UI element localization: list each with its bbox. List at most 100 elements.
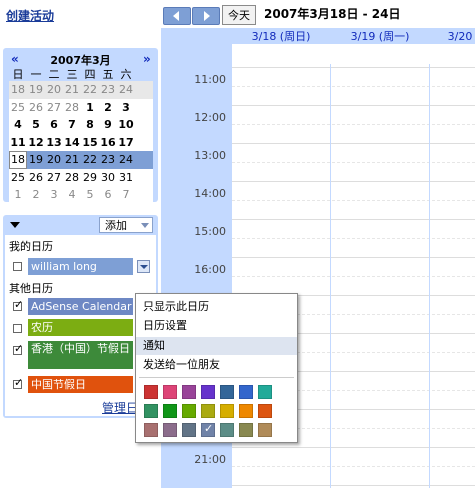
mini-day-cell[interactable]: 28 (63, 99, 81, 117)
color-swatch[interactable] (144, 404, 158, 418)
mini-day-cell[interactable]: 8 (81, 116, 99, 134)
color-swatch[interactable] (258, 385, 272, 399)
week-row[interactable]: 25 26 27 28 1 2 3 (9, 99, 153, 117)
mini-day-cell[interactable]: 4 (63, 186, 81, 204)
calendar-checkbox-william-long[interactable] (13, 262, 22, 271)
mini-day-cell[interactable]: 6 (45, 116, 63, 134)
week-row[interactable]: 11 12 13 14 15 16 17 (9, 134, 153, 152)
color-swatch[interactable] (239, 404, 253, 418)
week-row[interactable]: 18 19 20 21 22 23 24 (9, 81, 153, 99)
mini-day-cell[interactable]: 19 (27, 81, 45, 99)
color-swatch[interactable] (182, 423, 196, 437)
color-swatch[interactable] (182, 404, 196, 418)
mini-day-cell[interactable]: 24 (117, 151, 135, 169)
color-swatch[interactable] (163, 404, 177, 418)
color-swatch[interactable] (144, 385, 158, 399)
calendar-checkbox-cn-holidays[interactable] (13, 376, 23, 389)
mini-day-cell[interactable]: 30 (99, 169, 117, 187)
mini-day-cell[interactable]: 21 (63, 151, 81, 169)
mini-day-cell[interactable]: 3 (45, 186, 63, 204)
color-swatch[interactable] (220, 404, 234, 418)
calendar-pill-adsense[interactable]: AdSense Calendar (28, 298, 133, 315)
mini-day-cell[interactable]: 22 (81, 151, 99, 169)
color-swatch[interactable] (201, 404, 215, 418)
calendar-pill-lunar[interactable]: 农历 (28, 319, 133, 336)
mini-day-cell[interactable]: 21 (63, 81, 81, 99)
color-swatch[interactable] (239, 423, 253, 437)
calendar-checkbox-hk-holidays[interactable] (13, 342, 23, 355)
mini-day-cell[interactable]: 7 (63, 116, 81, 134)
mini-day-cell[interactable]: 23 (99, 81, 117, 99)
mini-day-cell[interactable]: 24 (117, 81, 135, 99)
mini-day-cell[interactable]: 1 (81, 99, 99, 117)
week-row[interactable]: 1234567 (9, 186, 153, 204)
color-swatch[interactable]: ✓ (201, 422, 215, 437)
today-button[interactable]: 今天 (222, 5, 256, 25)
mini-day-cell[interactable]: 18 (9, 81, 27, 99)
mini-day-cell[interactable]: 18 (9, 151, 27, 169)
mini-day-cell[interactable]: 13 (45, 134, 63, 152)
mini-day-cell[interactable]: 14 (63, 134, 81, 152)
menu-item-send-to-friend[interactable]: 发送给一位朋友 (136, 356, 297, 374)
calendar-pill-hk-holidays[interactable]: 香港（中国）节假日 (28, 341, 133, 369)
mini-day-cell[interactable]: 12 (27, 134, 45, 152)
mini-day-cell[interactable]: 7 (117, 186, 135, 204)
week-row[interactable]: 25 26 27 28 29 30 31 (9, 169, 153, 187)
menu-item-show-only[interactable]: 只显示此日历 (136, 298, 297, 316)
chevron-down-icon[interactable] (141, 223, 149, 228)
next-period-button[interactable] (192, 7, 220, 25)
mini-day-cell[interactable]: 25 (9, 169, 27, 187)
create-event-link[interactable]: 创建活动 (6, 7, 54, 24)
mini-day-cell[interactable]: 20 (45, 81, 63, 99)
calendar-checkbox-adsense[interactable] (13, 298, 23, 311)
mini-day-cell[interactable]: 27 (45, 99, 63, 117)
day-header-tue[interactable]: 3/20 (430, 30, 475, 44)
mini-day-cell[interactable]: 23 (99, 151, 117, 169)
mini-day-cell[interactable]: 5 (27, 116, 45, 134)
color-swatch[interactable] (182, 385, 196, 399)
calendar-menu-dropdown-icon[interactable] (137, 260, 150, 273)
calendar-pill-cn-holidays[interactable]: 中国节假日 (28, 376, 133, 393)
menu-item-calendar-settings[interactable]: 日历设置 (136, 317, 297, 335)
color-swatch[interactable] (258, 404, 272, 418)
mini-day-cell[interactable]: 10 (117, 116, 135, 134)
mini-day-cell[interactable]: 15 (81, 134, 99, 152)
color-swatch[interactable] (258, 423, 272, 437)
color-swatch[interactable] (220, 423, 234, 437)
mini-day-cell[interactable]: 26 (27, 169, 45, 187)
mini-day-cell[interactable]: 19 (27, 151, 45, 169)
mini-day-cell[interactable]: 27 (45, 169, 63, 187)
mini-next-month-icon[interactable]: » (143, 52, 151, 66)
mini-day-cell[interactable]: 2 (27, 186, 45, 204)
color-swatch[interactable] (239, 385, 253, 399)
mini-day-cell[interactable]: 31 (117, 169, 135, 187)
mini-day-cell[interactable]: 2 (99, 99, 117, 117)
day-header-sun[interactable]: 3/18 (周日) (232, 30, 330, 44)
color-swatch[interactable] (144, 423, 158, 437)
day-header-mon[interactable]: 3/19 (周一) (331, 30, 429, 44)
mini-day-cell[interactable]: 6 (99, 186, 117, 204)
selected-week-row[interactable]: 18 19 20 21 22 23 24 (9, 151, 153, 169)
mini-day-cell[interactable]: 22 (81, 81, 99, 99)
calendar-pill-william-long[interactable]: william long (28, 258, 133, 275)
mini-day-cell[interactable]: 11 (9, 134, 27, 152)
color-swatch[interactable] (220, 385, 234, 399)
mini-day-cell[interactable]: 25 (9, 99, 27, 117)
mini-day-cell[interactable]: 17 (117, 134, 135, 152)
mini-day-cell[interactable]: 5 (81, 186, 99, 204)
mini-day-cell[interactable]: 3 (117, 99, 135, 117)
all-day-row[interactable] (232, 44, 475, 64)
mini-day-cell[interactable]: 20 (45, 151, 63, 169)
collapse-triangle-icon[interactable] (10, 222, 20, 228)
mini-day-cell[interactable]: 29 (81, 169, 99, 187)
week-row[interactable]: 4 5 6 7 8 9 10 (9, 116, 153, 134)
mini-day-cell[interactable]: 1 (9, 186, 27, 204)
mini-day-cell[interactable]: 9 (99, 116, 117, 134)
calendar-checkbox-lunar[interactable] (13, 324, 22, 333)
menu-item-notifications[interactable]: 通知 (136, 337, 297, 355)
color-swatch[interactable] (201, 385, 215, 399)
mini-day-cell[interactable]: 28 (63, 169, 81, 187)
previous-period-button[interactable] (163, 7, 191, 25)
color-swatch[interactable] (163, 385, 177, 399)
add-calendar-button[interactable]: 添加 (99, 217, 153, 233)
